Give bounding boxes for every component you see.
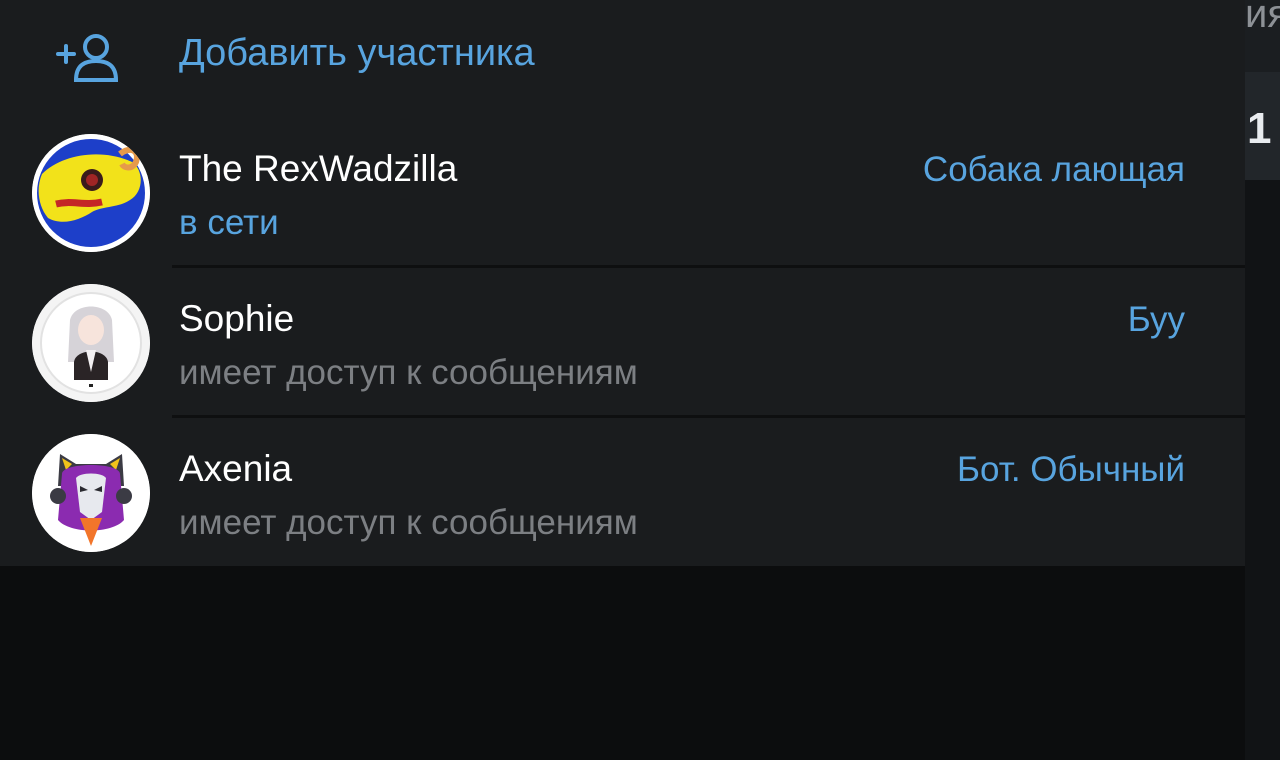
member-status: в сети xyxy=(179,203,279,242)
member-role: Собака лающая xyxy=(922,150,1185,189)
background-number-fragment: 1 xyxy=(1247,104,1272,153)
member-name: Axenia xyxy=(179,448,293,489)
screen: ия 1 Добавить участника The RexWadzilla … xyxy=(0,0,1280,760)
background-screen: ия 1 xyxy=(1245,0,1280,760)
add-member-button[interactable]: Добавить участника xyxy=(0,0,1245,112)
anime-girl-avatar[interactable] xyxy=(32,284,150,402)
member-name: The RexWadzilla xyxy=(179,148,458,189)
masked-character-avatar[interactable] xyxy=(32,434,150,552)
member-row[interactable]: Axenia имеет доступ к сообщениям Бот. Об… xyxy=(0,418,1245,568)
member-role: Буу xyxy=(1127,300,1185,339)
member-status: имеет доступ к сообщениям xyxy=(179,353,638,392)
member-status: имеет доступ к сообщениям xyxy=(179,503,638,542)
member-row[interactable]: The RexWadzilla в сети Собака лающая xyxy=(0,118,1245,268)
add-member-label: Добавить участника xyxy=(179,32,535,74)
add-user-icon xyxy=(54,30,120,84)
member-name: Sophie xyxy=(179,298,295,339)
dragon-avatar[interactable] xyxy=(32,134,150,252)
member-role: Бот. Обычный xyxy=(957,450,1185,489)
background-title-fragment: ия xyxy=(1245,0,1280,36)
member-row[interactable]: Sophie имеет доступ к сообщениям Буу xyxy=(0,268,1245,418)
members-popup: Добавить участника The RexWadzilla в сет… xyxy=(0,0,1245,566)
